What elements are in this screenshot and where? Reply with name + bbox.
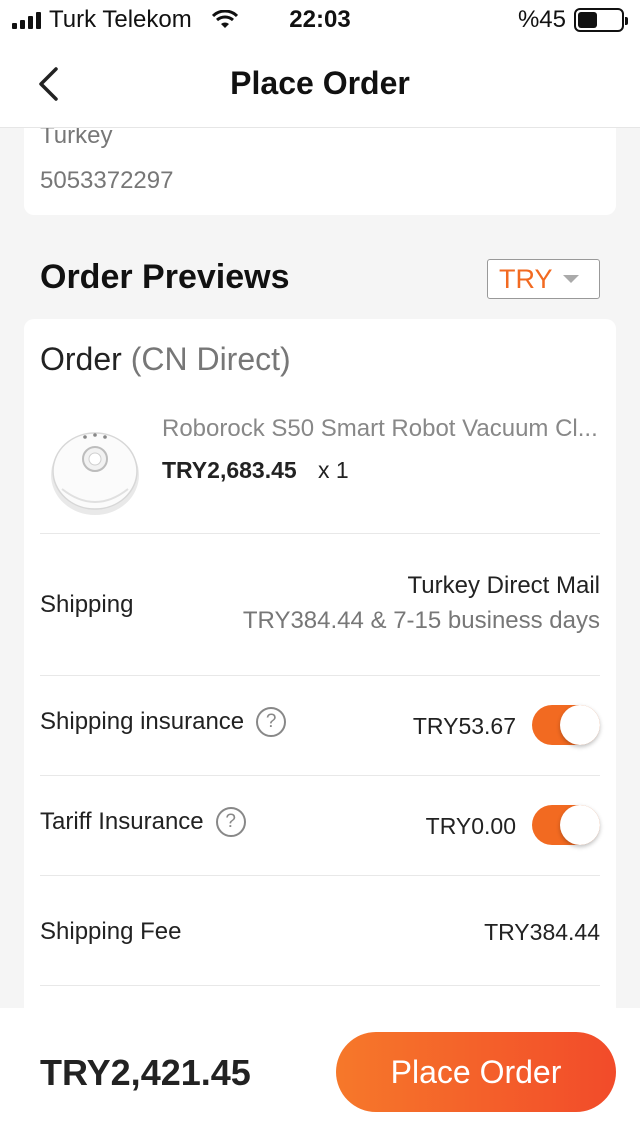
- shipping-insurance-value: TRY53.67: [412, 713, 516, 739]
- shipping-label-text: Shipping: [40, 591, 134, 618]
- bottom-bar: TRY2,421.45 Place Order: [0, 1008, 640, 1136]
- divider: [40, 875, 600, 876]
- carrier-name: Turk Telekom: [49, 6, 192, 33]
- nav-bar: Place Order: [0, 40, 640, 128]
- tariff-insurance-label-text: Tariff Insurance: [40, 808, 204, 835]
- product-quantity: x 1: [318, 457, 349, 483]
- signal-icon: [12, 11, 41, 29]
- robot-vacuum-image[interactable]: [48, 419, 142, 519]
- divider: [40, 533, 600, 534]
- tariff-insurance-label: Tariff Insurance ?: [40, 807, 246, 837]
- tariff-insurance-toggle[interactable]: [532, 805, 600, 845]
- order-title-text: Order: [40, 341, 122, 377]
- back-button[interactable]: [26, 62, 70, 106]
- product-price: TRY2,683.45: [162, 457, 297, 483]
- help-icon[interactable]: ?: [215, 807, 246, 837]
- place-order-button[interactable]: Place Order: [336, 1032, 616, 1112]
- currency-value: TRY: [499, 263, 553, 294]
- order-card: Order (CN Direct) Roborock S50 Smart Rob…: [24, 319, 616, 1039]
- currency-select[interactable]: TRY: [487, 259, 600, 299]
- tariff-insurance-value: TRY0.00: [425, 813, 516, 839]
- page-title: Place Order: [230, 65, 410, 101]
- chevron-left-icon: [39, 67, 58, 101]
- order-title: Order (CN Direct): [40, 341, 291, 378]
- shipping-insurance-toggle[interactable]: [532, 705, 600, 745]
- address-country: Turkey: [40, 128, 113, 149]
- status-right: %45: [517, 6, 628, 34]
- address-phone: 5053372297: [40, 167, 174, 194]
- shipping-label: Shipping: [40, 591, 133, 619]
- caret-down-icon: [563, 275, 579, 283]
- order-total: TRY2,421.45: [40, 1052, 251, 1093]
- order-subtitle: (CN Direct): [130, 341, 291, 377]
- divider: [40, 985, 600, 986]
- toggle-knob: [560, 805, 600, 845]
- shipping-detail[interactable]: TRY384.44 & 7-15 business days: [243, 607, 600, 635]
- help-icon[interactable]: ?: [256, 707, 287, 737]
- product-name[interactable]: Roborock S50 Smart Robot Vacuum Cl...: [162, 415, 602, 443]
- shipping-insurance-label: Shipping insurance ?: [40, 707, 287, 737]
- wifi-icon: [211, 10, 238, 28]
- address-card[interactable]: Turkey 5053372297: [24, 128, 616, 215]
- battery-fill: [578, 12, 597, 28]
- shipping-fee-label-text: Shipping Fee: [40, 918, 182, 945]
- battery-percent: %45: [517, 6, 566, 33]
- divider: [40, 675, 600, 676]
- status-left: Turk Telekom: [0, 6, 238, 34]
- shipping-fee-value: TRY384.44: [484, 919, 600, 945]
- order-previews-heading: Order Previews: [40, 258, 290, 296]
- divider: [40, 775, 600, 776]
- status-bar: Turk Telekom 22:03 %45: [0, 0, 640, 40]
- toggle-knob: [560, 705, 600, 745]
- battery-icon: [574, 8, 628, 32]
- shipping-insurance-label-text: Shipping insurance: [40, 708, 245, 735]
- shipping-method[interactable]: Turkey Direct Mail: [408, 572, 600, 600]
- shipping-fee-label: Shipping Fee: [40, 918, 181, 946]
